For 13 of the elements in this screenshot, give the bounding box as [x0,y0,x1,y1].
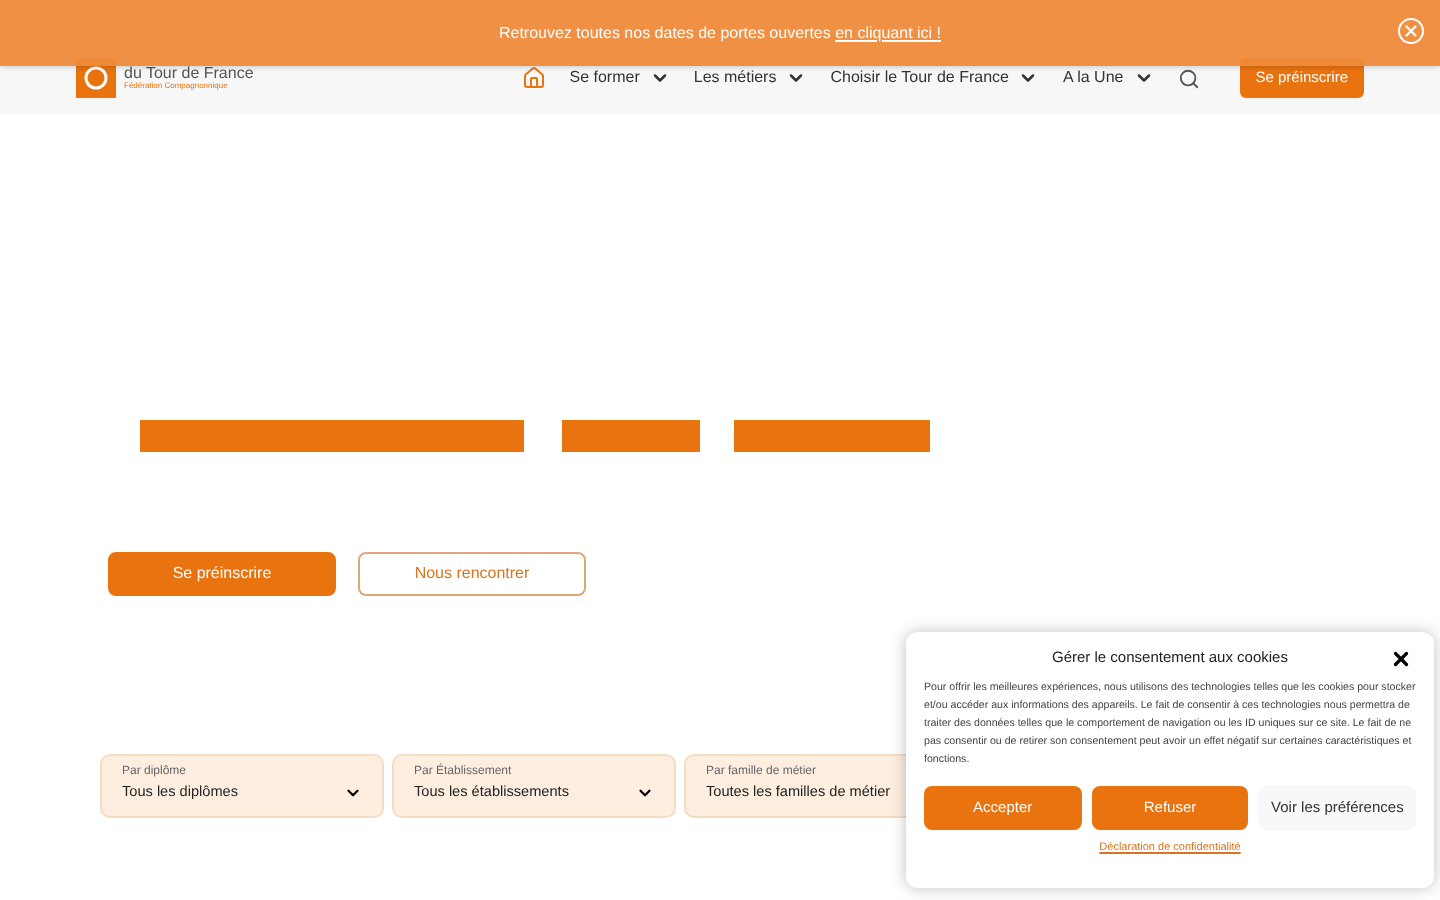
search-icon[interactable] [1177,67,1200,89]
nav-link[interactable]: Les métiers [693,66,807,90]
home-icon[interactable] [521,66,546,90]
logo-text: du Tour de France [124,66,254,82]
nav-link[interactable]: Choisir le Tour de France [830,66,1039,90]
close-icon[interactable] [1390,647,1412,669]
banner-text: Retrouvez toutes nos dates de portes ouvertes en cliquant ici ! [498,21,942,45]
chevron-icon [1018,68,1039,88]
chevron-icon [786,68,807,88]
nav-link[interactable]: Se former [569,66,670,90]
chevron-icon [649,68,670,88]
nav-link[interactable]: A la Une [1062,66,1154,90]
chevron-icon [1133,68,1154,88]
